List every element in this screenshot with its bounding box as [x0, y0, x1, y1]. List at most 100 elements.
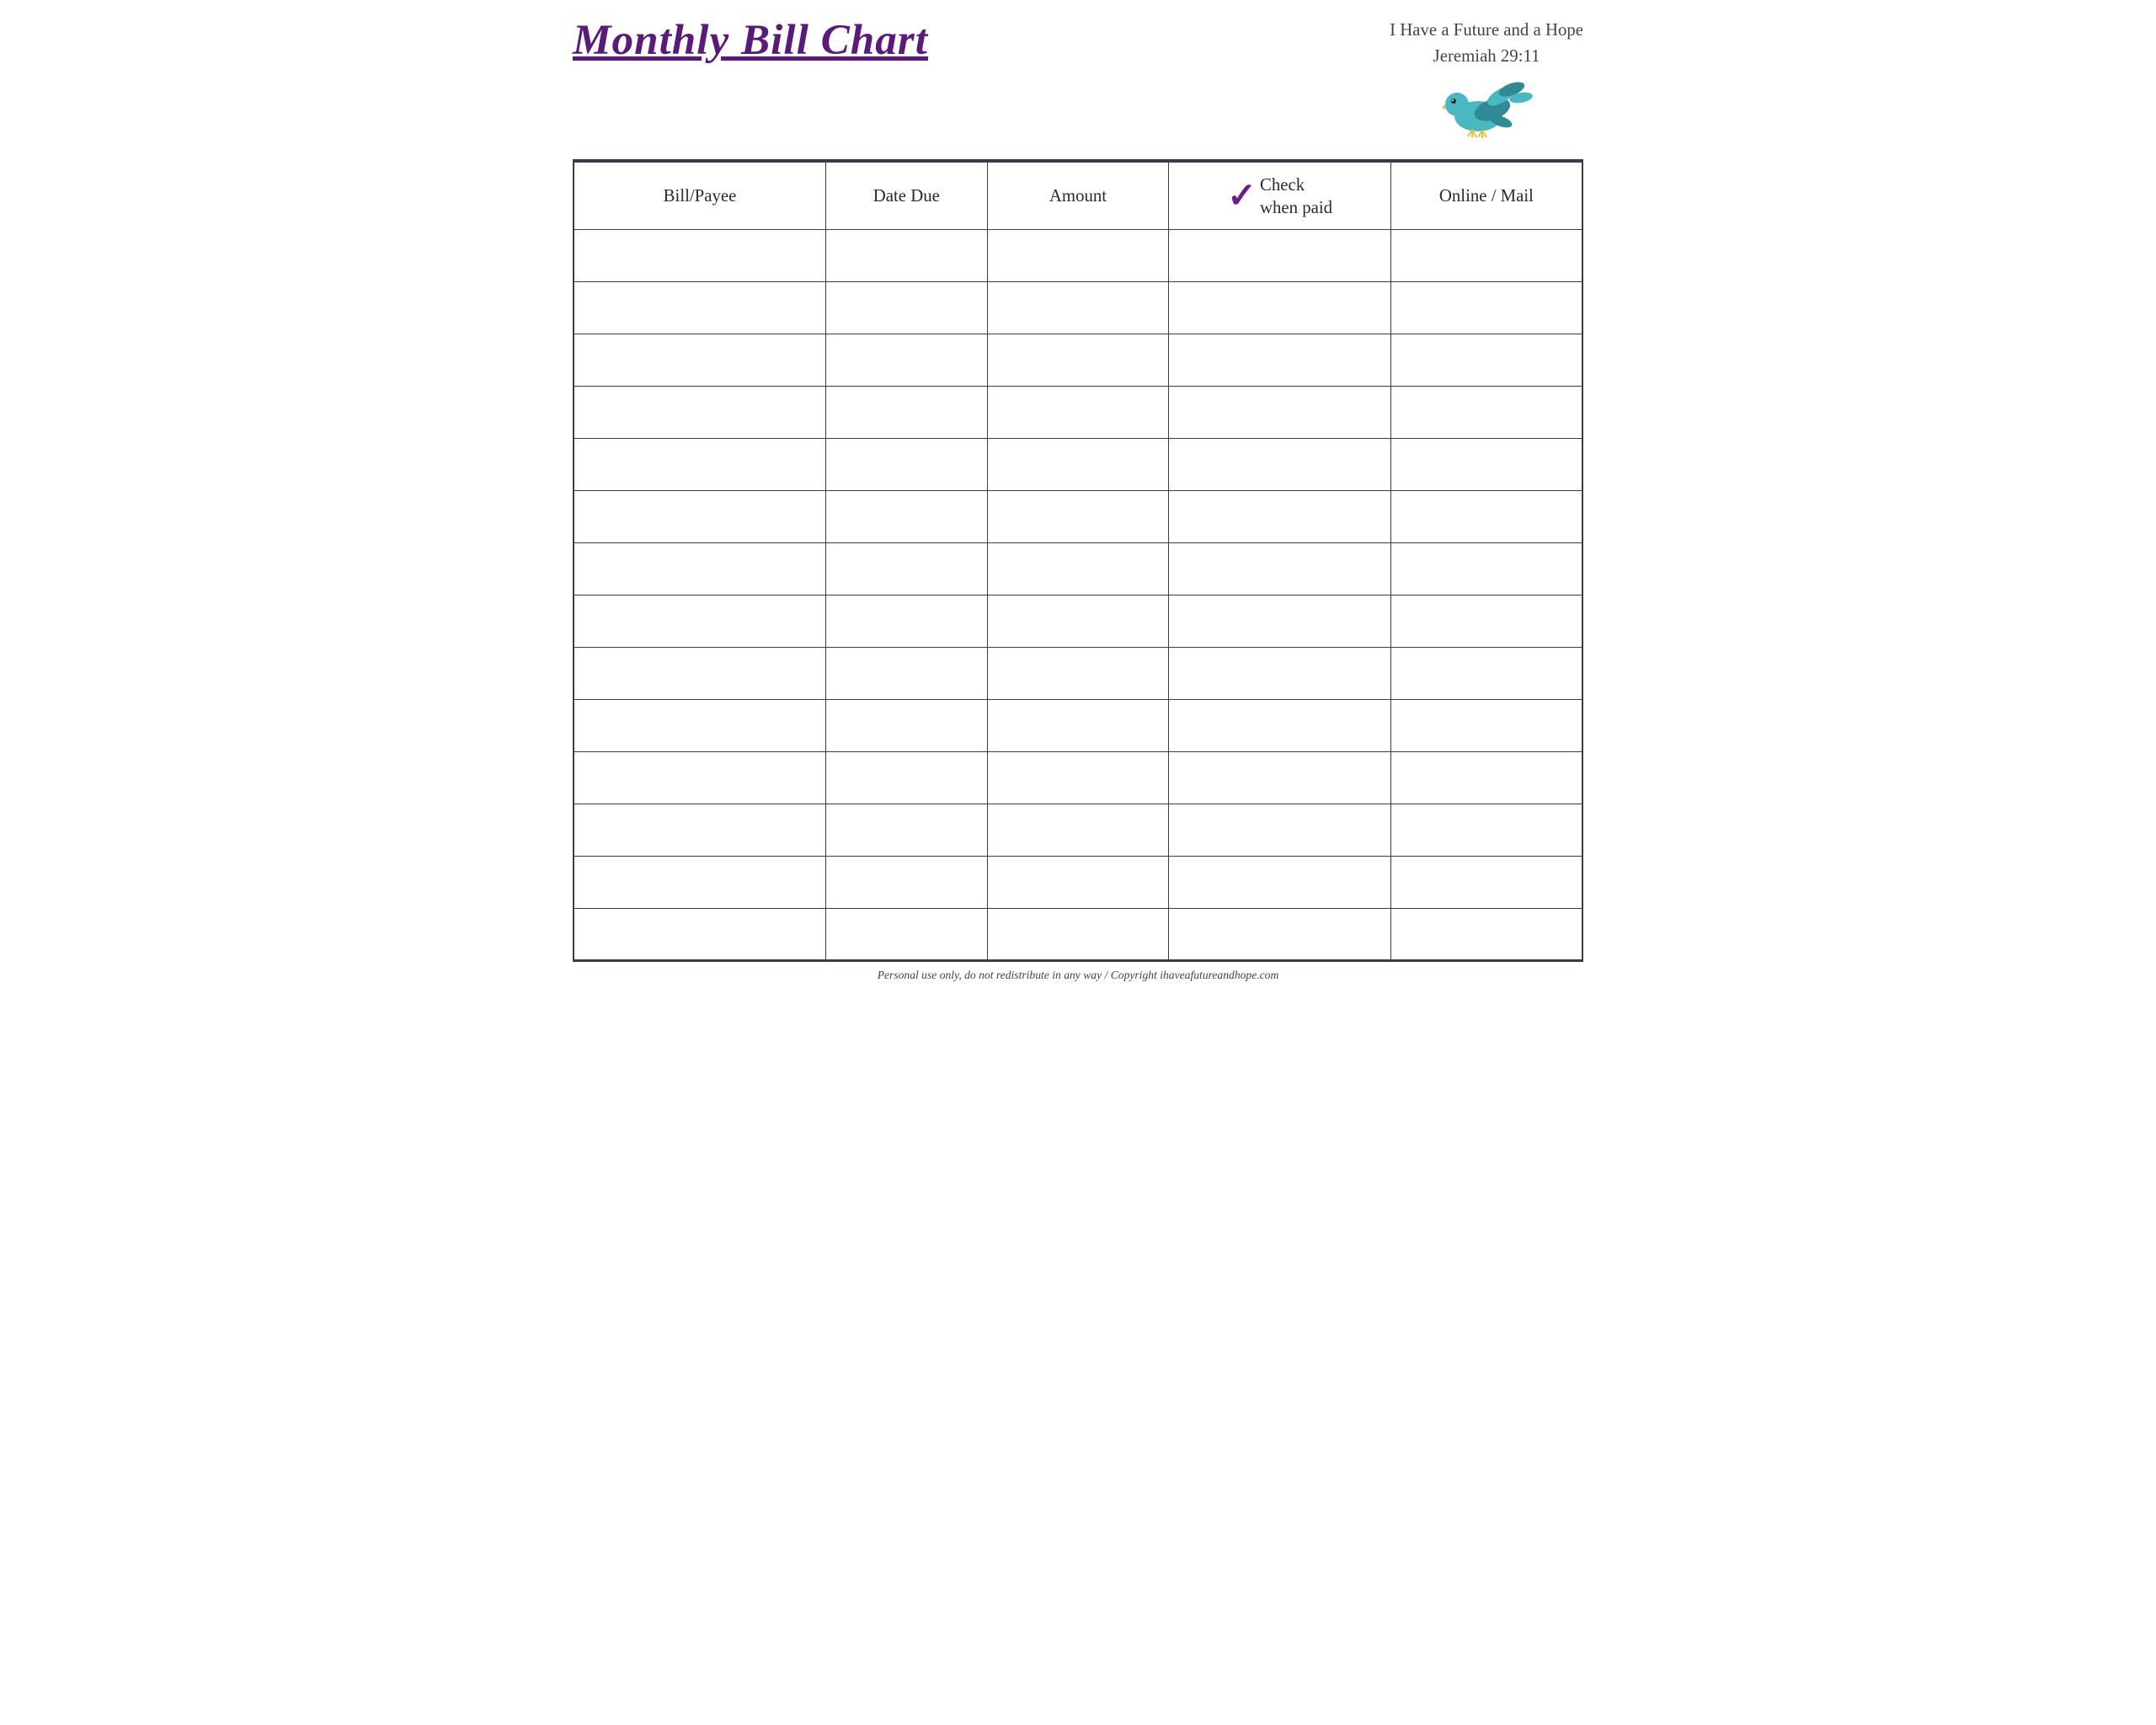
- checkmark-icon: ✓: [1227, 179, 1257, 214]
- table-cell: [987, 386, 1169, 438]
- table-row: [574, 804, 1582, 856]
- table-cell: [1169, 386, 1391, 438]
- footer-text: Personal use only, do not redistribute i…: [878, 969, 1279, 981]
- table-cell: [574, 281, 826, 334]
- table-cell: [987, 856, 1169, 908]
- table-cell: [1390, 908, 1582, 960]
- table-cell: [1169, 647, 1391, 699]
- table-row: [574, 751, 1582, 804]
- table-cell: [1390, 751, 1582, 804]
- bird-decoration: [1440, 72, 1533, 144]
- table-row: [574, 699, 1582, 751]
- table-cell: [574, 908, 826, 960]
- table-row: [574, 542, 1582, 595]
- table-cell: [987, 334, 1169, 386]
- col-header-bill-payee: Bill/Payee: [574, 162, 826, 229]
- table-cell: [826, 542, 988, 595]
- table-row: [574, 334, 1582, 386]
- table-cell: [826, 856, 988, 908]
- table-cell: [826, 804, 988, 856]
- col-header-date-due: Date Due: [826, 162, 988, 229]
- table-cell: [574, 856, 826, 908]
- subtitle-line2: Jeremiah 29:11: [1433, 46, 1540, 66]
- page-title: Monthly Bill Chart: [573, 17, 928, 64]
- table-header-row: Bill/Payee Date Due Amount ✓ Check when …: [574, 162, 1582, 229]
- footer: Personal use only, do not redistribute i…: [573, 961, 1583, 989]
- table-cell: [1169, 856, 1391, 908]
- bird-icon: [1440, 72, 1533, 140]
- table-cell: [987, 804, 1169, 856]
- table-cell: [1390, 856, 1582, 908]
- table-body: [574, 229, 1582, 960]
- table-cell: [987, 699, 1169, 751]
- table-cell: [987, 647, 1169, 699]
- table-cell: [1390, 647, 1582, 699]
- table-row: [574, 281, 1582, 334]
- table-cell: [1169, 699, 1391, 751]
- table-cell: [1169, 334, 1391, 386]
- table-row: [574, 647, 1582, 699]
- check-header-line1: Check: [1260, 174, 1305, 196]
- table-cell: [1169, 438, 1391, 490]
- table-cell: [987, 438, 1169, 490]
- col-header-check-when-paid: ✓ Check when paid: [1169, 162, 1391, 229]
- table-cell: [574, 490, 826, 542]
- table-cell: [574, 804, 826, 856]
- table-cell: [987, 595, 1169, 647]
- table-cell: [1390, 229, 1582, 281]
- table-cell: [1390, 542, 1582, 595]
- table-cell: [574, 229, 826, 281]
- table-cell: [1390, 281, 1582, 334]
- table-row: [574, 490, 1582, 542]
- table-cell: [826, 281, 988, 334]
- table-cell: [826, 908, 988, 960]
- bill-table: Bill/Payee Date Due Amount ✓ Check when …: [573, 161, 1583, 961]
- table-row: [574, 595, 1582, 647]
- table-cell: [574, 438, 826, 490]
- table-cell: [1390, 490, 1582, 542]
- table-cell: [987, 908, 1169, 960]
- table-cell: [826, 595, 988, 647]
- table-cell: [1169, 751, 1391, 804]
- table-row: [574, 856, 1582, 908]
- col-header-online-mail: Online / Mail: [1390, 162, 1582, 229]
- table-cell: [1390, 595, 1582, 647]
- table-cell: [987, 490, 1169, 542]
- check-header-inner: ✓ Check when paid: [1177, 174, 1382, 219]
- table-cell: [826, 490, 988, 542]
- title-area: Monthly Bill Chart: [573, 17, 928, 64]
- header: Monthly Bill Chart I Have a Future and a…: [573, 17, 1583, 151]
- table-cell: [1169, 490, 1391, 542]
- table-cell: [1390, 699, 1582, 751]
- table-cell: [987, 229, 1169, 281]
- table-cell: [574, 595, 826, 647]
- table-cell: [826, 647, 988, 699]
- table-row: [574, 229, 1582, 281]
- table-cell: [826, 751, 988, 804]
- page-container: Monthly Bill Chart I Have a Future and a…: [539, 0, 1617, 997]
- table-cell: [1390, 386, 1582, 438]
- table-cell: [826, 438, 988, 490]
- table-cell: [1169, 595, 1391, 647]
- table-cell: [1390, 804, 1582, 856]
- table-cell: [987, 751, 1169, 804]
- table-cell: [1169, 908, 1391, 960]
- table-cell: [574, 751, 826, 804]
- table-cell: [987, 542, 1169, 595]
- header-right: I Have a Future and a Hope Jeremiah 29:1…: [1390, 17, 1583, 144]
- table-cell: [826, 386, 988, 438]
- table-cell: [574, 334, 826, 386]
- table-cell: [826, 699, 988, 751]
- table-cell: [1169, 281, 1391, 334]
- table-cell: [574, 647, 826, 699]
- table-cell: [987, 281, 1169, 334]
- table-cell: [574, 699, 826, 751]
- table-cell: [1169, 804, 1391, 856]
- table-cell: [574, 542, 826, 595]
- table-cell: [1169, 542, 1391, 595]
- table-cell: [826, 334, 988, 386]
- check-header-text: Check when paid: [1260, 174, 1332, 219]
- table-cell: [1390, 438, 1582, 490]
- subtitle-line1: I Have a Future and a Hope: [1390, 20, 1583, 40]
- table-row: [574, 386, 1582, 438]
